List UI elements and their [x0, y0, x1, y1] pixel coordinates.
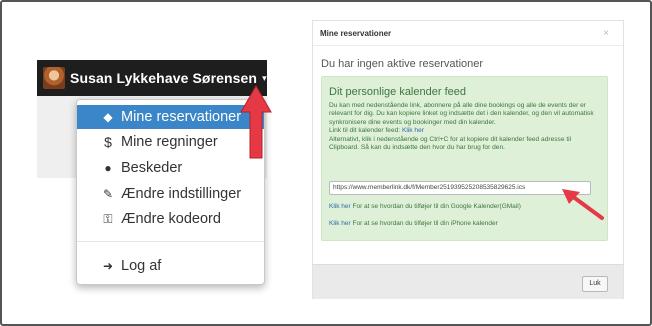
menu-item-log-af[interactable]: ➜ Log af — [77, 254, 264, 278]
annotation-arrow-up-icon — [240, 84, 272, 159]
menu-item-mine-regninger[interactable]: $ Mine regninger — [77, 130, 264, 154]
avatar — [43, 67, 65, 89]
iphone-help-text: For at se hvordan du tilføjer til din iP… — [352, 220, 498, 227]
menu-item-beskeder[interactable]: ● Beskeder — [77, 156, 264, 180]
user-name: Susan Lykkehave Sørensen — [70, 70, 258, 86]
modal-header-divider — [313, 45, 623, 46]
user-dropdown-menu: ◆ Mine reservationer $ Mine regninger ● … — [76, 99, 265, 285]
menu-item-label: Beskeder — [121, 160, 183, 176]
feed-link[interactable]: Klik her — [402, 127, 424, 134]
google-help-text: For at se hvordan du tilføjer til din Go… — [352, 203, 521, 210]
calendar-feed-description: Du kan med nedenstående link, abonnere p… — [329, 102, 601, 152]
menu-divider — [77, 241, 264, 242]
menu-item-label: Mine regninger — [121, 134, 218, 150]
modal-title: Mine reservationer — [320, 29, 392, 38]
menu-item-label: Ændre indstillinger — [121, 186, 242, 202]
key-icon: ⚿ — [103, 211, 113, 226]
menu-item-aendre-kodeord[interactable]: ⚿ Ændre kodeord — [77, 207, 264, 231]
feed-description-text: Du kan med nedenstående link, abonnere p… — [329, 102, 594, 126]
modal-footer: Luk — [313, 264, 623, 299]
feed-link-label: Link til dit kalender feed: — [329, 127, 401, 135]
user-menu-toggle[interactable]: Susan Lykkehave Sørensen ▾ — [37, 60, 267, 96]
dollar-icon: $ — [104, 134, 112, 150]
edit-icon: ✎ — [102, 187, 114, 201]
close-icon[interactable]: × — [603, 28, 609, 39]
google-calendar-help: Klik her For at se hvordan du tilføjer t… — [329, 203, 521, 210]
comments-icon: ● — [104, 161, 112, 175]
menu-item-label: Ændre kodeord — [121, 211, 221, 227]
menu-item-mine-reservationer[interactable]: ◆ Mine reservationer — [77, 105, 264, 129]
reservations-modal: Mine reservationer × Du har ingen aktive… — [312, 20, 624, 299]
no-reservations-text: Du har ingen aktive reservationer — [321, 58, 484, 70]
menu-item-aendre-indstillinger[interactable]: ✎ Ændre indstillinger — [77, 182, 264, 206]
tag-icon: ◆ — [103, 110, 113, 124]
menu-item-label: Log af — [121, 258, 162, 274]
feed-url-field[interactable]: https://www.memberlink.dk/f/Member251939… — [329, 181, 591, 195]
menu-item-label: Mine reservationer — [121, 109, 242, 125]
iphone-calendar-help: Klik her For at se hvordan du tilføjer t… — [329, 220, 498, 227]
annotation-arrow-icon — [562, 189, 604, 220]
google-help-link[interactable]: Klik her — [329, 203, 351, 210]
feed-copy-instructions: Alternativt, klik i nedenstående og Ctrl… — [329, 135, 572, 152]
calendar-feed-title: Dit personlige kalender feed — [329, 86, 466, 98]
sign-out-icon: ➜ — [102, 259, 114, 273]
iphone-help-link[interactable]: Klik her — [329, 220, 351, 227]
close-button[interactable]: Luk — [582, 276, 608, 292]
chevron-down-icon: ▾ — [262, 72, 267, 83]
